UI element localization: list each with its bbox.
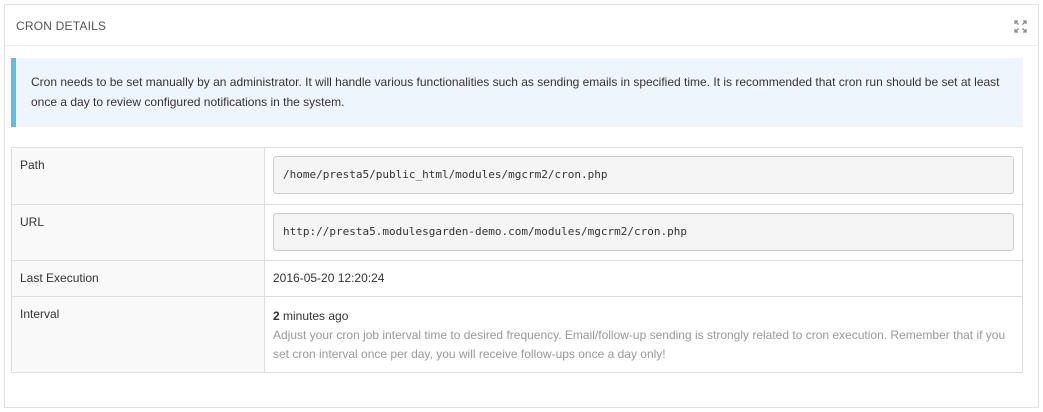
interval-help-text: Adjust your cron job interval time to de… <box>273 328 1006 361</box>
table-row-url: URL http://presta5.modulesgarden-demo.co… <box>11 204 1023 261</box>
table-row-path: Path /home/presta5/public_html/modules/m… <box>11 147 1023 205</box>
path-label: Path <box>11 147 265 205</box>
interval-label: Interval <box>11 296 265 373</box>
interval-number: 2 <box>273 309 280 323</box>
last-execution-value: 2016-05-20 12:20:24 <box>264 260 1023 297</box>
cron-details-table: Path /home/presta5/public_html/modules/m… <box>11 147 1023 373</box>
interval-unit: minutes ago <box>279 309 349 323</box>
panel-title: CRON DETAILS <box>16 19 107 33</box>
path-field[interactable]: /home/presta5/public_html/modules/mgcrm2… <box>273 156 1014 194</box>
url-value-cell: http://presta5.modulesgarden-demo.com/mo… <box>264 204 1023 261</box>
table-row-interval: Interval 2 minutes ago Adjust your cron … <box>11 296 1023 373</box>
expand-icon[interactable] <box>1014 20 1027 33</box>
info-alert-text: Cron needs to be set manually by an admi… <box>31 75 1000 109</box>
info-alert: Cron needs to be set manually by an admi… <box>11 58 1023 127</box>
panel-header: CRON DETAILS <box>5 5 1038 46</box>
interval-value-cell: 2 minutes ago Adjust your cron job inter… <box>264 296 1023 373</box>
table-row-last-execution: Last Execution 2016-05-20 12:20:24 <box>11 260 1023 297</box>
last-execution-label: Last Execution <box>11 260 265 297</box>
url-field[interactable]: http://presta5.modulesgarden-demo.com/mo… <box>273 213 1014 251</box>
url-label: URL <box>11 204 265 261</box>
interval-value: 2 minutes ago <box>273 307 1014 326</box>
path-value-cell: /home/presta5/public_html/modules/mgcrm2… <box>264 147 1023 205</box>
